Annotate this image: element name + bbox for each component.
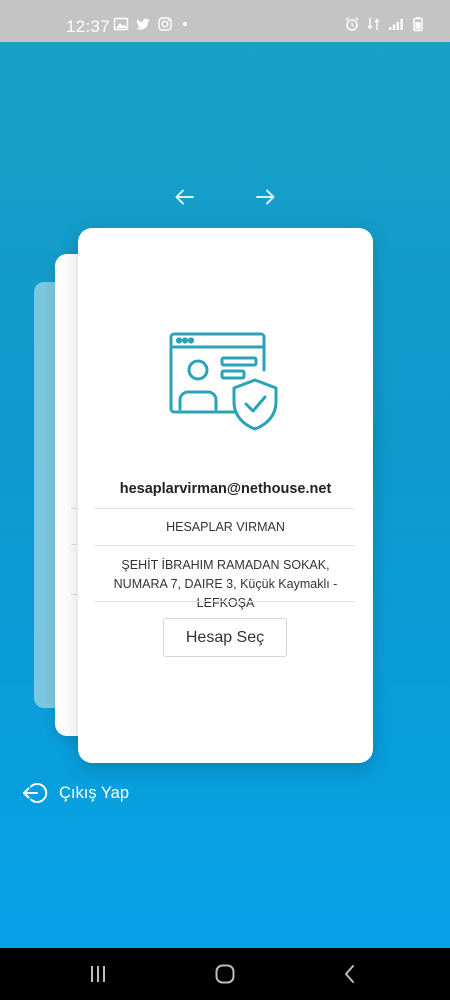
- card-ghost-divider: [71, 594, 77, 595]
- gallery-icon: [113, 17, 129, 31]
- home-icon[interactable]: [213, 962, 237, 986]
- account-name: HESAPLAR VIRMAN: [166, 520, 285, 534]
- account-card: hesaplarvirman@nethouse.net HESAPLAR VIR…: [78, 228, 373, 763]
- twitter-icon: [136, 18, 150, 30]
- battery-icon: [413, 17, 423, 32]
- arrow-right-icon[interactable]: [252, 184, 278, 210]
- instagram-icon: [158, 17, 172, 31]
- verified-profile-shield-icon: [169, 332, 278, 431]
- status-icons-right: [344, 16, 426, 32]
- logout-button[interactable]: Çıkış Yap: [22, 780, 129, 806]
- divider: [94, 508, 355, 509]
- status-bar: 12:37: [0, 0, 450, 42]
- signal-icon: [389, 19, 403, 30]
- back-chevron-icon[interactable]: [338, 962, 362, 986]
- status-time: 12:37: [66, 17, 111, 36]
- alarm-icon: [345, 17, 359, 31]
- card-ghost-divider: [71, 508, 77, 509]
- card-ghost-divider: [71, 544, 77, 545]
- logout-label: Çıkış Yap: [59, 783, 130, 802]
- system-nav-bar: [0, 948, 450, 1000]
- account-email: hesaplarvirman@nethouse.net: [119, 481, 332, 497]
- data-indicator-icon: [367, 18, 380, 30]
- arrow-left-icon[interactable]: [172, 184, 198, 210]
- select-account-button[interactable]: Hesap Seç: [163, 618, 287, 657]
- recent-apps-icon[interactable]: [86, 962, 110, 986]
- account-address: ŞEHİT İBRAHIM RAMADAN SOKAK, NUMARA 7, D…: [113, 558, 338, 610]
- notification-dot-icon: [183, 22, 187, 26]
- divider: [94, 601, 355, 602]
- status-icons-left: [113, 16, 195, 32]
- divider: [94, 545, 355, 546]
- logout-icon: [23, 783, 48, 803]
